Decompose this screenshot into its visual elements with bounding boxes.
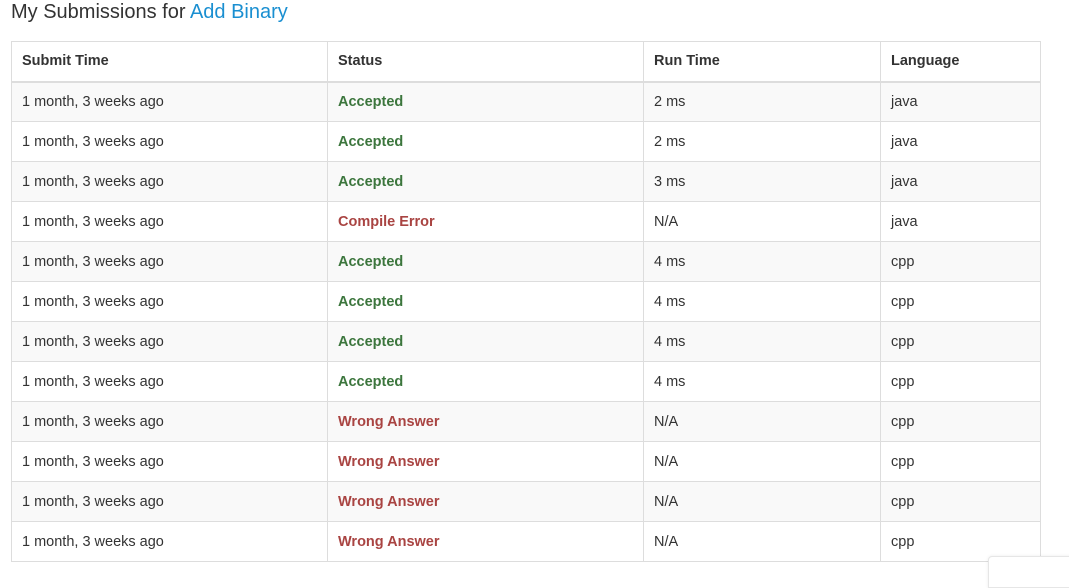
table-row: 1 month, 3 weeks ago Wrong Answer N/A cpp <box>11 481 1041 522</box>
language-cell: cpp <box>880 441 1041 482</box>
status-cell: Accepted <box>327 361 644 402</box>
status-cell: Wrong Answer <box>327 441 644 482</box>
column-header-language: Language <box>880 41 1041 83</box>
language-cell: java <box>880 81 1041 122</box>
status-link[interactable]: Accepted <box>338 94 403 110</box>
status-link[interactable]: Accepted <box>338 294 403 310</box>
run-time-cell: 4 ms <box>643 361 881 402</box>
table-row: 1 month, 3 weeks ago Compile Error N/A java <box>11 201 1041 242</box>
submit-time-cell: 1 month, 3 weeks ago <box>11 521 328 562</box>
status-cell: Accepted <box>327 241 644 282</box>
run-time-cell: 4 ms <box>643 321 881 362</box>
table-row: 1 month, 3 weeks ago Accepted 2 ms java <box>11 81 1041 122</box>
column-header-run-time: Run Time <box>643 41 881 83</box>
status-link[interactable]: Wrong Answer <box>338 494 440 510</box>
corner-popup <box>988 556 1069 588</box>
submit-time-cell: 1 month, 3 weeks ago <box>11 401 328 442</box>
status-cell: Wrong Answer <box>327 521 644 562</box>
submit-time-cell: 1 month, 3 weeks ago <box>11 321 328 362</box>
language-cell: cpp <box>880 241 1041 282</box>
submissions-table: Submit Time Status Run Time Language 1 m… <box>11 41 1041 562</box>
table-row: 1 month, 3 weeks ago Accepted 3 ms java <box>11 161 1041 202</box>
submit-time-cell: 1 month, 3 weeks ago <box>11 81 328 122</box>
submit-time-cell: 1 month, 3 weeks ago <box>11 121 328 162</box>
table-row: 1 month, 3 weeks ago Accepted 4 ms cpp <box>11 281 1041 322</box>
status-cell: Accepted <box>327 281 644 322</box>
status-link[interactable]: Accepted <box>338 374 403 390</box>
submissions-table-container: Submit Time Status Run Time Language 1 m… <box>11 41 1041 562</box>
run-time-cell: 3 ms <box>643 161 881 202</box>
language-cell: java <box>880 161 1041 202</box>
status-link[interactable]: Wrong Answer <box>338 534 440 550</box>
page-title-prefix: My Submissions for <box>11 1 186 23</box>
table-header: Submit Time Status Run Time Language <box>11 41 1041 83</box>
status-cell: Accepted <box>327 121 644 162</box>
table-row: 1 month, 3 weeks ago Wrong Answer N/A cpp <box>11 521 1041 562</box>
table-row: 1 month, 3 weeks ago Wrong Answer N/A cpp <box>11 401 1041 442</box>
status-link[interactable]: Accepted <box>338 174 403 190</box>
table-row: 1 month, 3 weeks ago Accepted 2 ms java <box>11 121 1041 162</box>
submit-time-cell: 1 month, 3 weeks ago <box>11 241 328 282</box>
status-cell: Accepted <box>327 321 644 362</box>
run-time-cell: N/A <box>643 201 881 242</box>
status-link[interactable]: Accepted <box>338 334 403 350</box>
language-cell: java <box>880 121 1041 162</box>
problem-link[interactable]: Add Binary <box>190 1 288 23</box>
table-row: 1 month, 3 weeks ago Wrong Answer N/A cpp <box>11 441 1041 482</box>
language-cell: cpp <box>880 481 1041 522</box>
header-row: Submit Time Status Run Time Language <box>11 41 1041 83</box>
run-time-cell: 2 ms <box>643 81 881 122</box>
page-title: My Submissions for Add Binary <box>11 0 288 24</box>
table-row: 1 month, 3 weeks ago Accepted 4 ms cpp <box>11 321 1041 362</box>
run-time-cell: N/A <box>643 401 881 442</box>
submit-time-cell: 1 month, 3 weeks ago <box>11 201 328 242</box>
run-time-cell: 2 ms <box>643 121 881 162</box>
status-cell: Wrong Answer <box>327 481 644 522</box>
status-cell: Accepted <box>327 81 644 122</box>
language-cell: cpp <box>880 401 1041 442</box>
status-cell: Wrong Answer <box>327 401 644 442</box>
status-link[interactable]: Wrong Answer <box>338 414 440 430</box>
language-cell: java <box>880 201 1041 242</box>
run-time-cell: 4 ms <box>643 241 881 282</box>
table-row: 1 month, 3 weeks ago Accepted 4 ms cpp <box>11 241 1041 282</box>
status-cell: Compile Error <box>327 201 644 242</box>
language-cell: cpp <box>880 321 1041 362</box>
status-cell: Accepted <box>327 161 644 202</box>
status-link[interactable]: Accepted <box>338 134 403 150</box>
table-body: 1 month, 3 weeks ago Accepted 2 ms java 1 mo… <box>11 81 1041 562</box>
language-cell: cpp <box>880 361 1041 402</box>
run-time-cell: N/A <box>643 481 881 522</box>
run-time-cell: 4 ms <box>643 281 881 322</box>
column-header-submit-time: Submit Time <box>11 41 328 83</box>
submit-time-cell: 1 month, 3 weeks ago <box>11 281 328 322</box>
language-cell: cpp <box>880 281 1041 322</box>
column-header-status: Status <box>327 41 644 83</box>
status-link[interactable]: Accepted <box>338 254 403 270</box>
run-time-cell: N/A <box>643 521 881 562</box>
table-row: 1 month, 3 weeks ago Accepted 4 ms cpp <box>11 361 1041 402</box>
status-link[interactable]: Compile Error <box>338 214 435 230</box>
submit-time-cell: 1 month, 3 weeks ago <box>11 161 328 202</box>
submit-time-cell: 1 month, 3 weeks ago <box>11 481 328 522</box>
submit-time-cell: 1 month, 3 weeks ago <box>11 361 328 402</box>
status-link[interactable]: Wrong Answer <box>338 454 440 470</box>
submit-time-cell: 1 month, 3 weeks ago <box>11 441 328 482</box>
run-time-cell: N/A <box>643 441 881 482</box>
